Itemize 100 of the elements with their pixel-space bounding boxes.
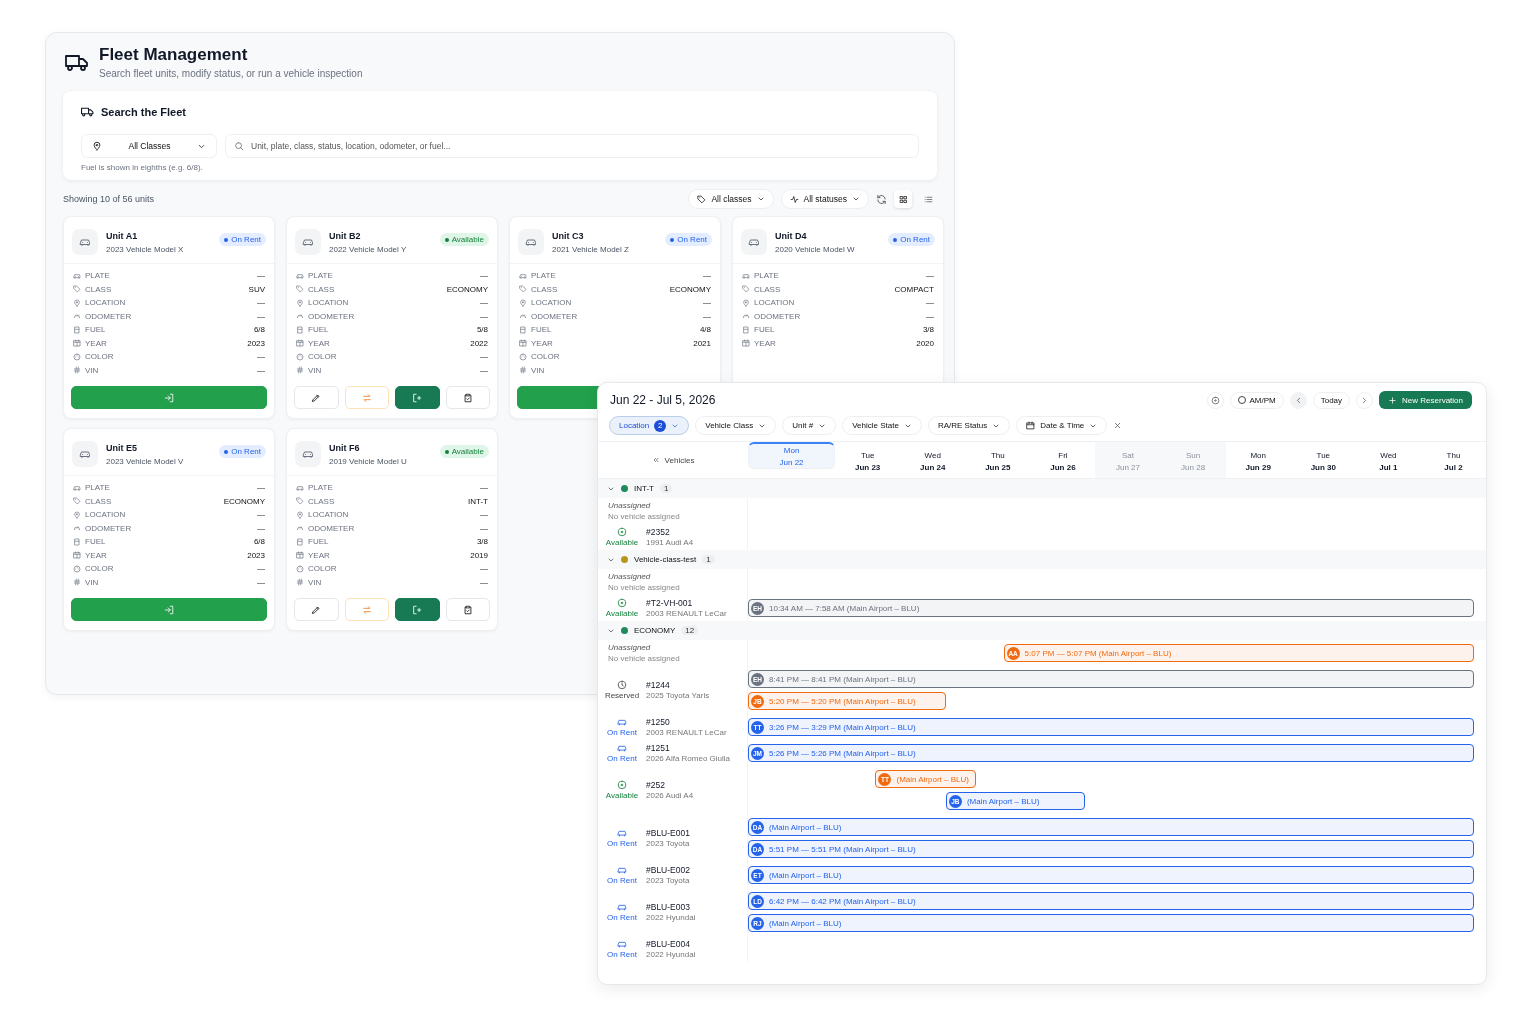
field-value: — [480,311,488,321]
gauge-icon [73,524,81,533]
field-label: YEAR [85,550,108,560]
vehicles-collapse-button[interactable]: Vehicles [645,454,701,466]
field-label: LOCATION [308,298,350,308]
vehicle-model: 2003 RENAULT LeCar [646,609,727,618]
filter-dropdown[interactable]: All classes [688,189,774,209]
filter-chip[interactable]: Vehicle State [842,416,922,435]
unit-name: Unit D4 [775,230,808,241]
day-column-header[interactable]: Fri Jun 26 [1030,442,1096,478]
unassigned-label: Unassigned [608,572,652,581]
field-value: 5/8 [476,325,488,335]
vehicle-unit: #1251 [646,743,671,753]
day-column-header[interactable]: Thu Jul 2 [1420,442,1486,478]
inspection-button[interactable] [445,386,490,409]
inspection-button[interactable] [445,598,490,621]
tag-icon [73,497,81,506]
filter-chip[interactable]: Date & Time [1016,416,1108,435]
close-icon[interactable] [1113,421,1123,430]
car-icon [72,229,98,255]
page-subtitle: Search fleet units, modify status, or run a vehicle inspection [99,68,363,79]
vehicle-unit: #252 [646,780,666,790]
refresh-icon[interactable] [876,193,887,205]
grid-view-button[interactable] [894,190,912,208]
field-value: 2023 [247,550,265,560]
swap-arrows-icon [361,392,372,403]
field-value: 2021 [693,338,711,348]
day-column-header[interactable]: Wed Jul 1 [1355,442,1421,478]
day-column-header[interactable]: Tue Jun 23 [835,442,901,478]
field-label: YEAR [531,338,554,348]
target-icon [1211,395,1221,405]
car-icon [73,483,81,492]
pin-icon [519,298,527,307]
filter-chip[interactable]: RA/RE Status [927,416,1011,435]
field-value: — [926,271,934,281]
filter-chip[interactable]: Vehicle Class [695,416,777,435]
calendar-icon [296,339,304,348]
search-field[interactable]: Unit, plate, class, status, location, odometer, or fuel... [225,134,919,158]
page-title: Fleet Management [99,45,249,65]
field-value: — [257,483,265,493]
vehicle-status: Reserved [604,691,640,700]
truck-icon [81,105,94,118]
day-column-header[interactable]: Thu Jun 25 [965,442,1031,478]
filter-dropdown[interactable]: All statuses [780,189,869,209]
fuel-icon [296,537,304,546]
field-value: ECONOMY [223,496,265,506]
check-out-button[interactable] [395,386,440,409]
check-in-button[interactable] [71,598,267,621]
field-value: 6/8 [253,537,265,547]
field-label: COLOR [85,352,115,362]
field-value: — [257,298,265,308]
calendar-icon [742,339,750,348]
day-column-header[interactable]: Mon Jun 22 [748,442,836,469]
vehicle-model: 2022 Hyundai [646,950,696,959]
status-badge: Available [439,233,489,246]
settings-button[interactable] [1207,391,1225,409]
vehicle-status: Available [605,791,639,800]
vehicle-status: On Rent [607,876,637,885]
login-arrow-icon [164,392,174,403]
class-select[interactable]: All Classes [81,134,217,158]
search-icon [234,141,244,151]
car-icon [742,271,750,280]
vehicle-model: 2026 Audi A4 [646,791,694,800]
check-out-button[interactable] [395,598,440,621]
hash-icon [519,366,527,375]
gauge-icon [742,312,750,321]
field-label: PLATE [531,271,557,281]
field-label: FUEL [308,325,330,335]
day-column-header[interactable]: Wed Jun 24 [900,442,966,478]
gauge-icon [296,524,304,533]
field-value: 4/8 [699,325,711,335]
field-label: PLATE [85,483,111,493]
tag-icon [296,285,304,294]
day-column-header[interactable]: Mon Jun 29 [1225,442,1291,478]
hash-icon [73,366,81,375]
field-value: ECONOMY [669,284,711,294]
check-in-button[interactable] [71,386,267,409]
field-label: LOCATION [85,298,127,308]
field-value: — [257,365,265,375]
field-label: YEAR [754,338,777,348]
group-name: Vehicle-class-test [634,555,697,564]
car-icon [295,441,321,467]
car-icon [72,441,98,467]
field-label: FUEL [85,537,107,547]
door-plus-icon [412,392,423,403]
am-pm-toggle[interactable]: AM/PM [1230,391,1284,409]
field-value: 2022 [470,338,488,348]
login-arrow-icon [164,604,174,615]
new-reservation-button[interactable]: New Reservation [1379,391,1472,409]
today-button[interactable]: Today [1312,391,1351,409]
field-value: — [480,271,488,281]
vehicle-model: 2026 Alfa Romeo Giulia [646,754,731,763]
fuel-icon [519,325,527,334]
filter-chip[interactable]: Unit # [782,416,837,435]
field-value: 2019 [470,550,488,560]
day-column-header[interactable]: Tue Jun 30 [1290,442,1356,478]
field-value: ECONOMY [446,284,488,294]
calendar-icon [296,551,304,560]
filter-chip[interactable]: Location 2 [609,416,690,435]
field-label: ODOMETER [85,523,133,533]
